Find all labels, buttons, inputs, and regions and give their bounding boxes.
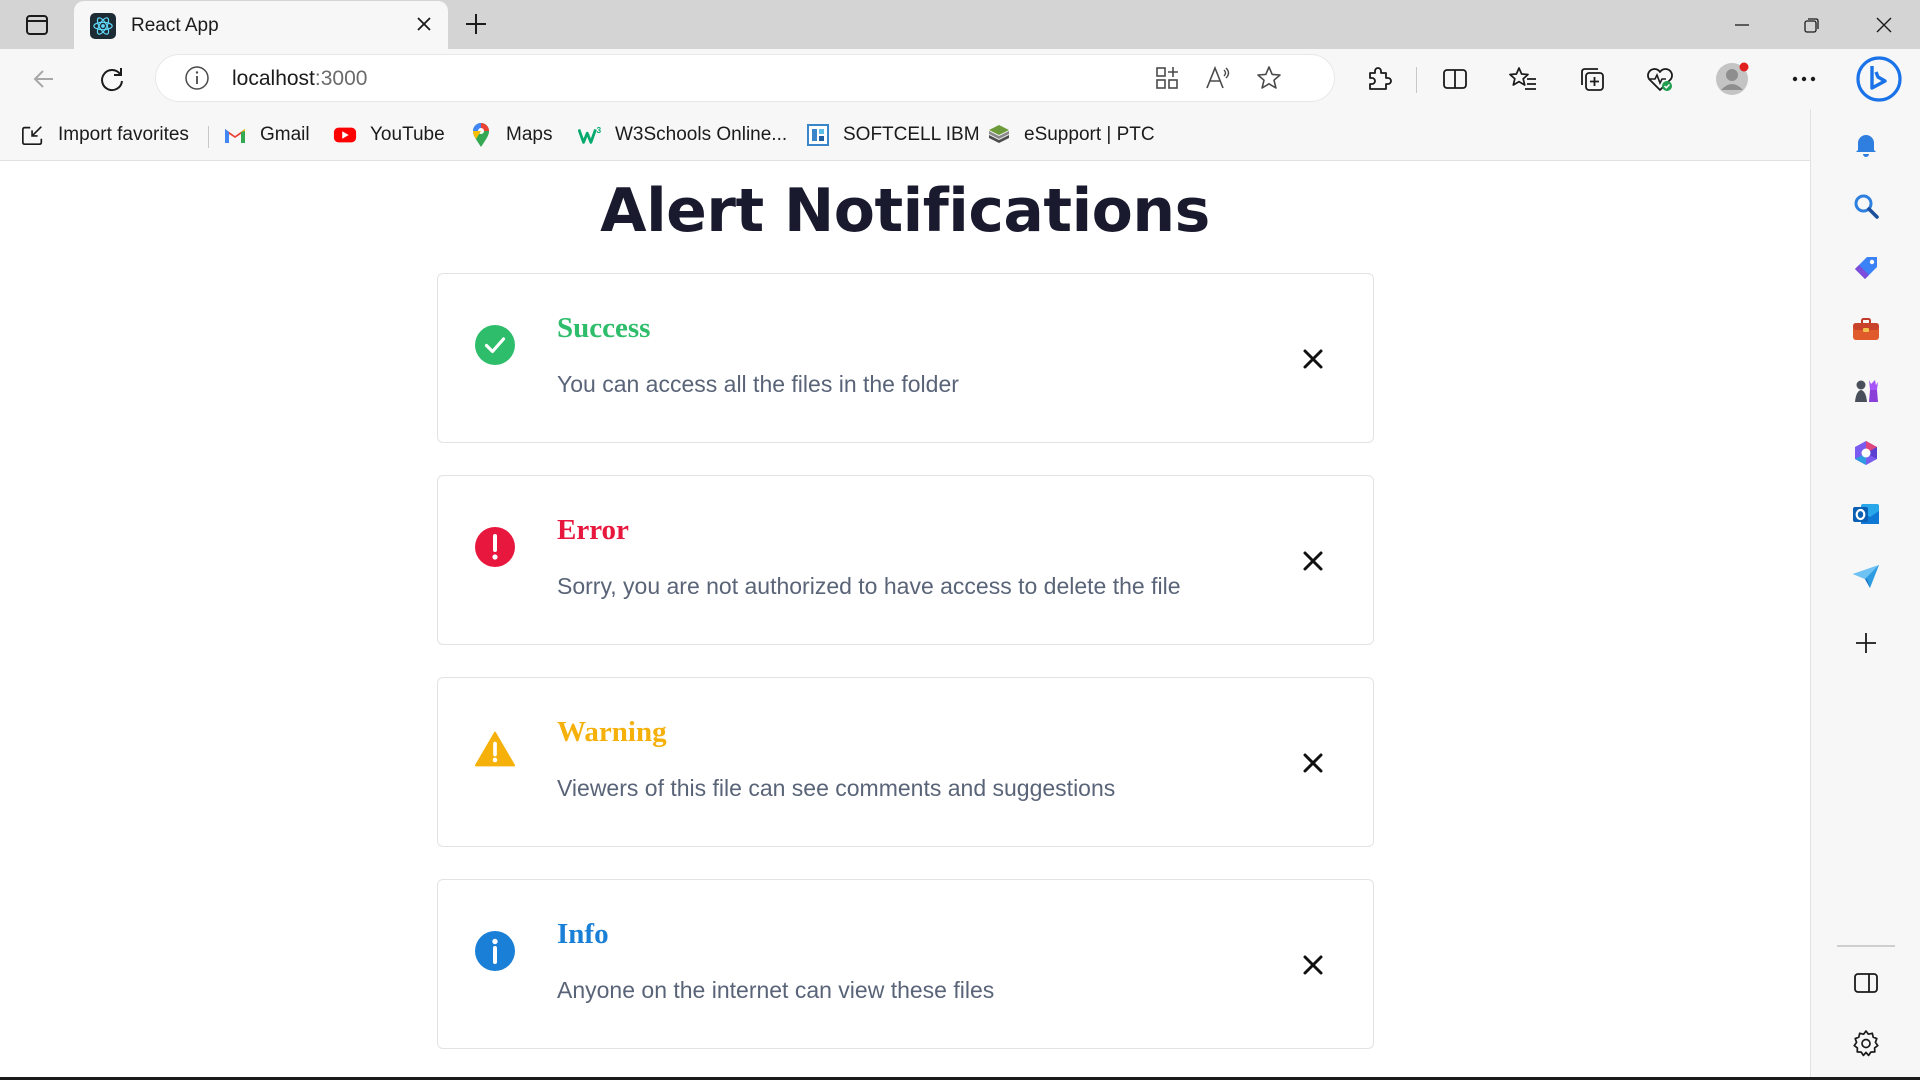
favorites-icon[interactable] bbox=[1501, 57, 1545, 101]
profile-avatar[interactable] bbox=[1710, 57, 1754, 101]
youtube-icon bbox=[333, 123, 357, 147]
alert-title: Success bbox=[557, 312, 651, 344]
alert-card-warning: Warning Viewers of this file can see com… bbox=[437, 677, 1374, 847]
favorite-label: Maps bbox=[506, 124, 553, 145]
alert-title: Info bbox=[557, 918, 609, 950]
import-favorites-icon bbox=[21, 123, 45, 147]
notifications-bell-icon[interactable] bbox=[1844, 122, 1888, 166]
maps-pin-icon bbox=[469, 123, 493, 147]
react-logo-icon bbox=[90, 13, 116, 39]
favorite-import[interactable]: Import favorites bbox=[21, 117, 189, 153]
close-icon[interactable] bbox=[1290, 740, 1336, 786]
favorites-separator bbox=[208, 126, 209, 148]
tab-react-app[interactable]: React App bbox=[74, 1, 448, 49]
minimize-icon[interactable] bbox=[1712, 0, 1772, 49]
edge-sidebar bbox=[1810, 109, 1920, 1080]
close-icon[interactable] bbox=[1290, 942, 1336, 988]
alert-title: Warning bbox=[557, 716, 667, 748]
extensions-icon[interactable] bbox=[1356, 57, 1400, 101]
favorite-label: Import favorites bbox=[58, 124, 189, 145]
shopping-tag-icon[interactable] bbox=[1844, 246, 1888, 290]
softcell-icon bbox=[806, 123, 830, 147]
favorite-gmail[interactable]: Gmail bbox=[223, 117, 310, 153]
tab-close-icon[interactable] bbox=[410, 10, 438, 38]
warning-triangle-icon bbox=[474, 728, 516, 770]
send-paper-plane-icon[interactable] bbox=[1844, 554, 1888, 598]
favorite-label: SOFTCELL IBM bbox=[843, 124, 980, 145]
url-text[interactable]: localhost:3000 bbox=[232, 67, 367, 91]
hide-sidebar-icon[interactable] bbox=[1844, 961, 1888, 1005]
split-screen-icon[interactable] bbox=[1433, 57, 1477, 101]
info-circle-icon bbox=[474, 930, 516, 972]
favorite-label: Gmail bbox=[260, 124, 310, 145]
new-tab-icon[interactable] bbox=[458, 6, 494, 42]
url-port: :3000 bbox=[314, 67, 368, 90]
site-info-icon[interactable] bbox=[178, 59, 216, 97]
favorite-label: eSupport | PTC bbox=[1024, 124, 1155, 145]
exclamation-circle-icon bbox=[474, 526, 516, 568]
page-title: Alert Notifications bbox=[600, 176, 1210, 246]
check-circle-icon bbox=[474, 324, 516, 366]
favorite-youtube[interactable]: YouTube bbox=[333, 117, 445, 153]
alert-card-success: Success You can access all the files in … bbox=[437, 273, 1374, 443]
favorite-star-icon[interactable] bbox=[1250, 59, 1288, 97]
svg-text:3: 3 bbox=[596, 125, 601, 135]
collections-icon[interactable] bbox=[1570, 57, 1614, 101]
alert-message: Sorry, you are not authorized to have ac… bbox=[557, 573, 1181, 599]
sidebar-divider bbox=[1837, 945, 1895, 947]
w3schools-icon: 3 bbox=[578, 123, 602, 147]
favorites-bar: Import favorites Gmail YouTube Maps 3 W3… bbox=[0, 109, 1810, 161]
outlook-icon[interactable] bbox=[1844, 492, 1888, 536]
url-host: localhost bbox=[232, 67, 315, 90]
favorite-label: W3Schools Online... bbox=[615, 124, 788, 145]
search-icon[interactable] bbox=[1844, 184, 1888, 228]
bing-copilot-icon[interactable] bbox=[1854, 54, 1904, 104]
microsoft-365-icon[interactable] bbox=[1844, 431, 1888, 475]
games-chess-icon[interactable] bbox=[1844, 369, 1888, 413]
settings-gear-icon[interactable] bbox=[1844, 1021, 1888, 1065]
back-icon[interactable] bbox=[22, 57, 66, 101]
toolbar-divider bbox=[1416, 67, 1417, 93]
title-bar: React App bbox=[0, 0, 1920, 49]
tools-briefcase-icon[interactable] bbox=[1844, 307, 1888, 351]
more-options-icon[interactable] bbox=[1782, 57, 1826, 101]
alert-message: Viewers of this file can see comments an… bbox=[557, 775, 1116, 801]
app-available-icon[interactable] bbox=[1148, 59, 1186, 97]
favorite-label: YouTube bbox=[370, 124, 445, 145]
gmail-icon bbox=[223, 123, 247, 147]
close-icon[interactable] bbox=[1290, 538, 1336, 584]
ptc-icon bbox=[987, 123, 1011, 147]
favorite-softcell[interactable]: SOFTCELL IBM bbox=[806, 117, 980, 153]
favorite-w3schools[interactable]: 3 W3Schools Online... bbox=[578, 117, 787, 153]
close-window-icon[interactable] bbox=[1854, 0, 1914, 49]
add-sidebar-item-icon[interactable] bbox=[1844, 621, 1888, 665]
close-icon[interactable] bbox=[1290, 336, 1336, 382]
page-viewport: Alert Notifications Success You can acce… bbox=[0, 161, 1810, 1077]
restore-icon[interactable] bbox=[1782, 0, 1842, 49]
refresh-icon[interactable] bbox=[90, 57, 134, 101]
alert-title: Error bbox=[557, 514, 629, 546]
browser-essentials-icon[interactable] bbox=[1638, 57, 1682, 101]
alert-message: You can access all the files in the fold… bbox=[557, 371, 959, 397]
alert-message: Anyone on the internet can view these fi… bbox=[557, 977, 995, 1003]
tab-actions-icon[interactable] bbox=[18, 10, 56, 40]
favorite-maps[interactable]: Maps bbox=[469, 117, 552, 153]
read-aloud-icon[interactable] bbox=[1199, 59, 1237, 97]
browser-toolbar: localhost:3000 bbox=[0, 49, 1920, 109]
address-bar[interactable]: localhost:3000 bbox=[156, 55, 1334, 101]
tab-title: React App bbox=[131, 15, 219, 36]
favorite-ptc[interactable]: eSupport | PTC bbox=[987, 117, 1155, 153]
alert-card-error: Error Sorry, you are not authorized to h… bbox=[437, 475, 1374, 645]
alert-card-info: Info Anyone on the internet can view the… bbox=[437, 879, 1374, 1049]
